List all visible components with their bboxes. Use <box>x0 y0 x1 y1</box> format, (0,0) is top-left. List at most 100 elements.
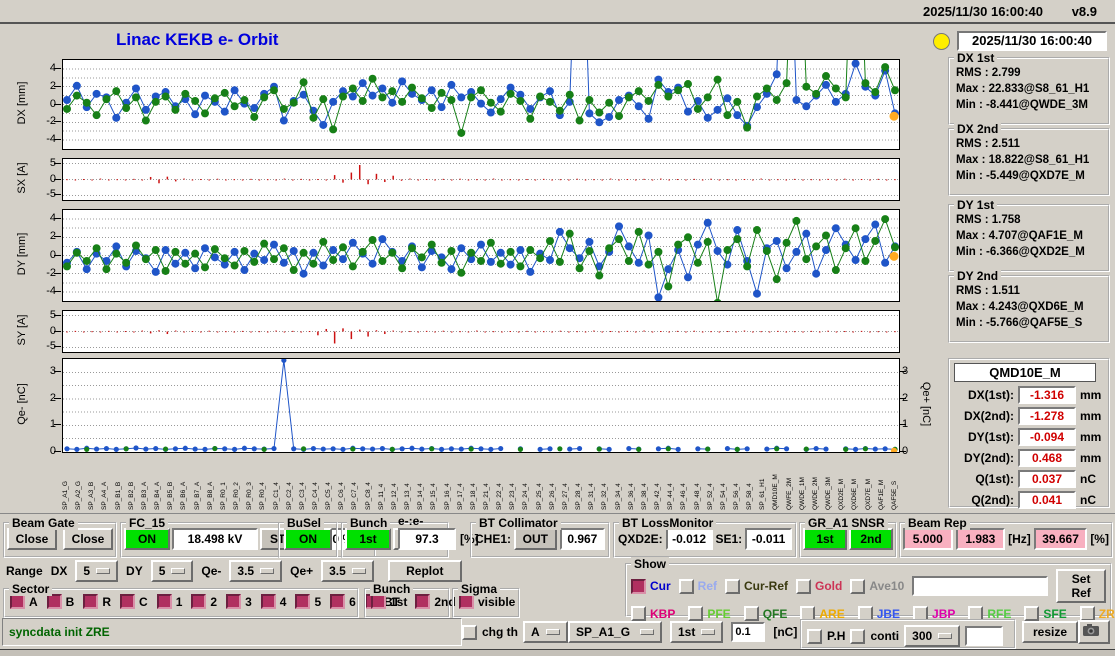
sector-item-6: 6 <box>330 594 356 609</box>
bpm-label: SP_48_4 <box>693 483 701 510</box>
show-label-ref: Ref <box>697 579 718 593</box>
ee-title-wrap: e-:e- <box>398 514 423 528</box>
sigma-checkbox-visible[interactable] <box>459 594 474 609</box>
bunch-checkbox-2nd[interactable] <box>415 594 431 609</box>
ytickmark-sy <box>54 314 61 316</box>
sector-checkbox-c[interactable] <box>120 594 136 609</box>
ph-checkbox[interactable] <box>807 628 822 644</box>
sector-checkbox-b[interactable] <box>46 594 62 609</box>
sp-dropdown-value: SP_A1_G <box>576 625 631 639</box>
bpm-label: SP_21_4 <box>483 483 490 510</box>
ytickmark-sy <box>54 330 61 332</box>
bunch-1st-button[interactable]: 1st <box>345 528 391 550</box>
show-checkbox-gold[interactable] <box>796 578 812 594</box>
sector-checkbox-r[interactable] <box>83 594 99 609</box>
set-ref-button[interactable]: Set Ref <box>1056 569 1106 603</box>
sector-checkbox-2[interactable] <box>191 594 207 609</box>
beam-gate-close-button-2[interactable]: Close <box>63 528 113 550</box>
bpm-label: SP_C3_4 <box>298 482 306 510</box>
sector-checkbox-4[interactable] <box>260 594 276 609</box>
range-qem-label: Qe- <box>201 564 222 578</box>
chart-sx <box>62 158 900 201</box>
bpm-label: QWDE_1M <box>798 477 806 510</box>
resize-button[interactable]: resize <box>1022 621 1078 643</box>
replot-button[interactable]: Replot <box>387 560 462 582</box>
dropdown-dash-icon <box>260 568 275 574</box>
range-dy-dropdown[interactable]: 5 <box>150 560 194 582</box>
bpm-label: QAF5E_S <box>890 480 898 510</box>
ytickmark-qe <box>54 424 61 426</box>
chg-th-row: chg th A <box>462 621 568 643</box>
sector-checkbox-1[interactable] <box>156 594 172 609</box>
beam-gate-close-button-1[interactable]: Close <box>7 528 57 550</box>
ytick-sy: -5 <box>46 340 56 353</box>
ytickmark-sx <box>54 162 61 164</box>
threshold-input[interactable] <box>731 622 766 642</box>
extra-input[interactable] <box>965 626 1004 646</box>
sector-checkbox-3[interactable] <box>226 594 242 609</box>
sector-checkbox-a[interactable] <box>10 594 25 609</box>
stat-max: Max : 18.822@S8_61_H1 <box>956 154 1090 166</box>
bpm-label: SP_C8_4 <box>364 482 372 510</box>
conti-checkbox[interactable] <box>850 628 866 644</box>
sector-checkbox-6[interactable] <box>330 594 346 609</box>
show-checkbox-qfe[interactable] <box>743 606 759 621</box>
sector-label-b: B <box>65 594 75 609</box>
range-qem-dropdown[interactable]: 3.5 <box>229 560 283 582</box>
qmd-row: DY(1st): -0.094 mm <box>952 426 1106 447</box>
show-checkbox-ref[interactable] <box>678 578 694 594</box>
show-item-kbp: KBP <box>631 606 675 621</box>
range-dx-dropdown[interactable]: 5 <box>75 560 119 582</box>
bt-loss-qxd2e-label: QXD2E: <box>618 532 663 546</box>
ytick-dx: 0 <box>49 97 56 110</box>
sp-dropdown[interactable]: SP_A1_G <box>568 621 662 643</box>
bt-collimator-title: BT Collimator <box>476 516 561 530</box>
gr-snsr-2nd-button[interactable]: 2nd <box>849 528 893 550</box>
show-checkbox-kbp[interactable] <box>631 606 646 621</box>
acquisition-group: P.H conti 300 <box>800 619 1016 649</box>
count-dropdown[interactable]: 300 <box>904 625 961 647</box>
bpm-label: SP_R0_1 <box>219 482 227 510</box>
ytickmark-sx <box>54 194 61 196</box>
bt-collimator-out-button[interactable]: OUT <box>514 528 557 550</box>
ytickmark-dx <box>54 85 61 87</box>
bunch-checkbox-1st[interactable] <box>371 594 386 609</box>
show-checkbox-zre[interactable] <box>1079 606 1095 621</box>
ytick-sy: 5 <box>49 308 56 321</box>
fc15-on-button[interactable]: ON <box>124 528 170 550</box>
bt-collimator-che1-label: CHE1: <box>475 532 512 546</box>
camera-button[interactable] <box>1078 620 1110 644</box>
gr-snsr-1st-button[interactable]: 1st <box>803 528 847 550</box>
bpm-label: SP_B2_B <box>127 481 135 510</box>
show-checkbox-sfe[interactable] <box>1024 606 1040 621</box>
ytick-dy: 0 <box>49 248 56 261</box>
ytick-qe: 1 <box>49 418 56 431</box>
sector-label-2: 2 <box>210 594 218 609</box>
beam-rep-actual-display: 1.983 <box>955 528 1006 550</box>
sector-title: Sector <box>9 582 53 596</box>
bpm-label: SP_26_4 <box>548 483 556 510</box>
range-qep-dropdown[interactable]: 3.5 <box>321 560 374 582</box>
ref-name-input[interactable] <box>912 576 1049 596</box>
ytick-sx: -5 <box>46 188 56 201</box>
bpm-label: SP_36_4 <box>627 483 635 510</box>
show-checkbox-ave10[interactable] <box>850 578 866 594</box>
bunch-dropdown[interactable]: 1st <box>670 621 724 643</box>
ytickmark-qe <box>54 451 61 452</box>
bpm-label: SP_28_4 <box>575 483 583 510</box>
sector-checkbox-5[interactable] <box>295 594 311 609</box>
sector-item-r: R <box>83 594 111 609</box>
qmd-row: DX(1st): -1.316 mm <box>952 384 1106 405</box>
ytickmark-dy <box>54 272 61 274</box>
bpm-label: SP_C7_4 <box>351 482 359 510</box>
chg-th-dropdown[interactable]: A <box>523 621 568 643</box>
ee-value-display: 97.3 <box>398 528 456 550</box>
bpm-label: SP_18_4 <box>469 483 477 510</box>
show-label-cur-ref: Cur-Ref <box>744 579 789 593</box>
beam-rep-hz-label: [Hz] <box>1008 532 1031 546</box>
busel-on-button[interactable]: ON <box>284 528 332 550</box>
chg-th-checkbox[interactable] <box>462 624 477 640</box>
show-checkbox-pfe[interactable] <box>688 606 704 621</box>
show-checkbox-cur[interactable] <box>631 578 646 594</box>
show-checkbox-cur-ref[interactable] <box>725 578 741 594</box>
